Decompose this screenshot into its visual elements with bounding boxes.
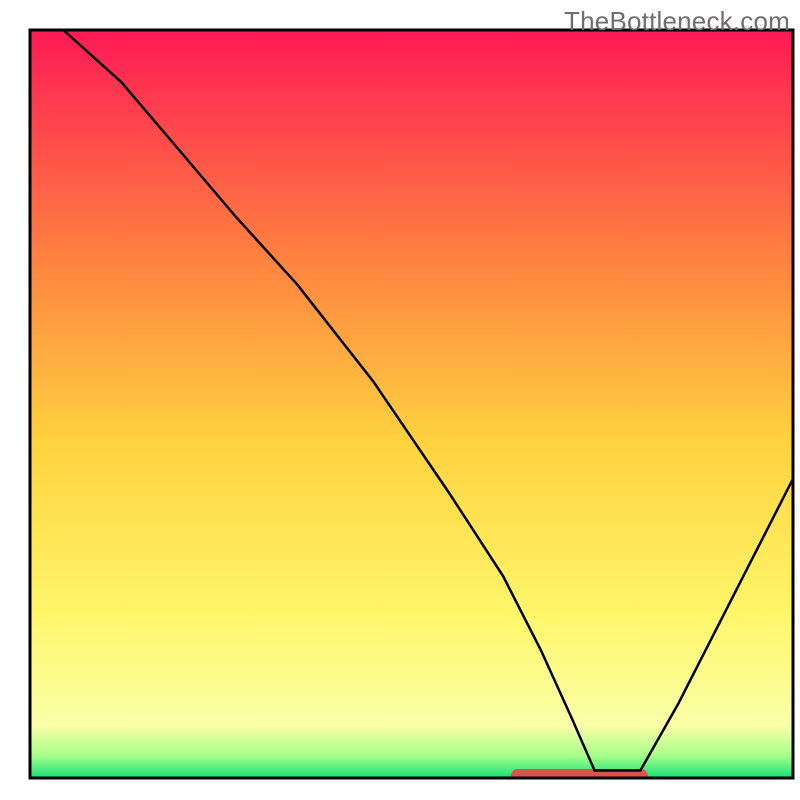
chart-container: TheBottleneck.com [0,0,800,800]
plot-background [30,30,793,778]
watermark: TheBottleneck.com [564,6,790,37]
bottleneck-chart [0,0,800,800]
